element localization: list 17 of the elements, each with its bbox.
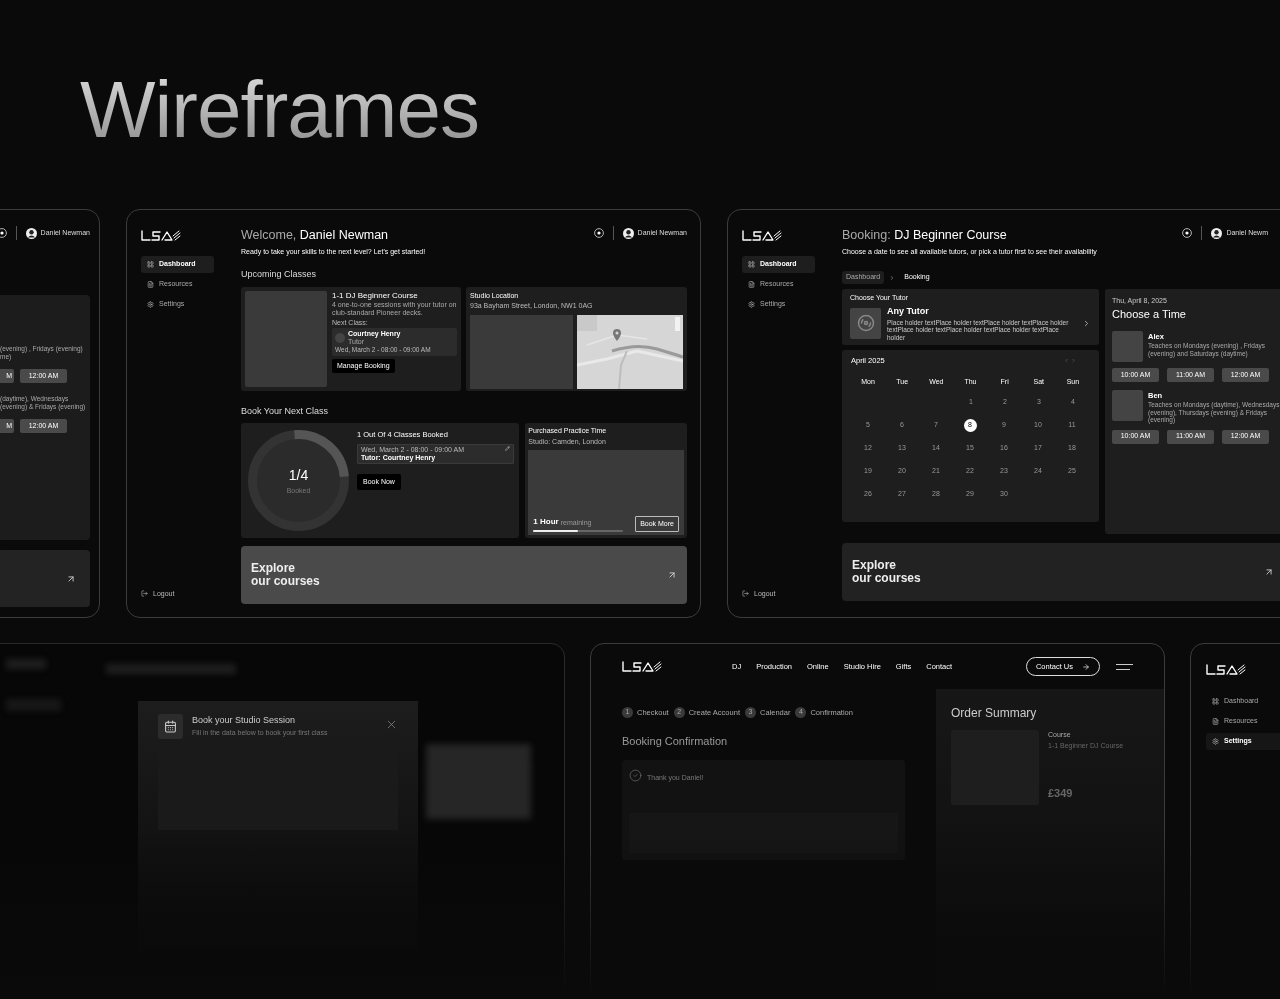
explore-title: Explore our courses bbox=[251, 562, 320, 589]
course-title: 1-1 DJ Beginner Course bbox=[332, 290, 419, 301]
panel-title: Choose a Time bbox=[1112, 307, 1187, 323]
section-heading: Booking Confirmation bbox=[622, 734, 729, 750]
practice-amount: 1 Hour bbox=[533, 516, 559, 529]
page-title: Booking: DJ Beginner Course bbox=[842, 227, 1007, 244]
tutor-name: Any Tutor bbox=[887, 305, 930, 319]
modal-title: Book your Studio Session bbox=[192, 714, 297, 727]
explore-card[interactable]: Explore our courses bbox=[241, 546, 687, 605]
explore-title: Explore our courses bbox=[852, 558, 921, 585]
section-heading: Book Your Next Class bbox=[241, 404, 330, 418]
section-heading: Upcoming Classes bbox=[241, 268, 318, 282]
page-title: Welcome, Daniel Newman bbox=[241, 227, 389, 244]
progress-count: 1/4 bbox=[288, 466, 309, 485]
course-price: £349 bbox=[1048, 786, 1074, 801]
summary-title: Order Summary bbox=[951, 705, 1038, 722]
explore-card[interactable]: Explore our courses bbox=[842, 542, 1280, 601]
